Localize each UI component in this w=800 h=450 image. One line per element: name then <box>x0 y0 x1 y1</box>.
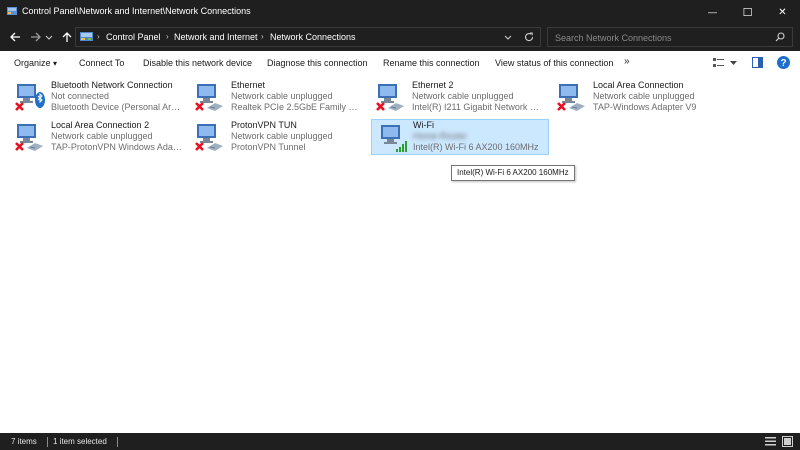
search-box <box>547 27 793 47</box>
address-bar: › Control Panel › Network and Internet ›… <box>0 24 800 51</box>
breadcrumb-network-connections[interactable]: Network Connections <box>270 32 356 42</box>
close-icon: ✕ <box>778 6 787 18</box>
connection-name: Local Area Connection <box>593 80 684 90</box>
close-button[interactable]: ✕ <box>765 0 800 24</box>
details-view-icon[interactable] <box>765 436 776 447</box>
large-icons-view-icon[interactable] <box>782 436 793 447</box>
minimize-button[interactable]: — <box>695 0 730 24</box>
forward-arrow-icon <box>31 32 41 42</box>
connection-device: Intel(R) Wi-Fi 6 AX200 160MHz <box>413 142 539 152</box>
minimize-icon: — <box>708 7 717 17</box>
disable-device-button[interactable]: Disable this network device <box>143 58 252 68</box>
connection-ethernet[interactable]: Ethernet Network cable unplugged Realtek… <box>188 79 366 115</box>
connection-protonvpn-tun[interactable]: ProtonVPN TUN Network cable unplugged Pr… <box>188 119 366 155</box>
connection-status: Network cable unplugged <box>593 91 695 101</box>
connection-bluetooth[interactable]: Bluetooth Network Connection Not connect… <box>8 79 186 115</box>
connection-device: Intel(R) I211 Gigabit Network Con... <box>412 102 545 112</box>
connection-device: Realtek PCIe 2.5GbE Family Contr... <box>231 102 364 112</box>
breadcrumb-network-and-internet[interactable]: Network and Internet <box>174 32 258 42</box>
breadcrumb-control-panel[interactable]: Control Panel <box>106 32 161 42</box>
change-view-icon[interactable] <box>713 58 725 68</box>
connection-status: Home-Router <box>413 131 468 141</box>
connection-ethernet-2[interactable]: Ethernet 2 Network cable unplugged Intel… <box>369 79 547 115</box>
connection-wifi[interactable]: Wi-Fi Home-Router Intel(R) Wi-Fi 6 AX200… <box>371 119 549 155</box>
connection-local-area[interactable]: Local Area Connection Network cable unpl… <box>550 79 728 115</box>
search-icon[interactable] <box>775 32 785 42</box>
organize-label: Organize <box>14 58 51 68</box>
connection-name: Ethernet 2 <box>412 80 454 90</box>
chevron-down-icon[interactable] <box>504 33 512 41</box>
connection-local-area-2[interactable]: Local Area Connection 2 Network cable un… <box>8 119 186 155</box>
connection-device: ProtonVPN Tunnel <box>231 142 306 152</box>
back-button[interactable] <box>6 28 24 46</box>
diagnose-connection-button[interactable]: Diagnose this connection <box>267 58 368 68</box>
ethernet-icon <box>195 84 223 111</box>
up-arrow-icon <box>62 32 72 42</box>
status-separator <box>117 437 118 447</box>
search-input[interactable] <box>553 30 757 46</box>
status-bar: 7 items 1 item selected <box>0 433 800 450</box>
chevron-down-icon: ▾ <box>53 59 58 68</box>
maximize-button[interactable]: ☐ <box>730 0 765 24</box>
connection-name: Wi-Fi <box>413 120 434 130</box>
wifi-icon <box>381 125 407 152</box>
ethernet-icon <box>376 84 404 111</box>
ethernet-icon <box>557 84 585 111</box>
connection-name: Bluetooth Network Connection <box>51 80 173 90</box>
connection-device: TAP-Windows Adapter V9 <box>593 102 697 112</box>
ethernet-icon <box>195 124 223 151</box>
connection-device: TAP-ProtonVPN Windows Adapte... <box>51 142 184 152</box>
breadcrumb-separator-icon: › <box>97 32 100 41</box>
chevron-down-icon <box>45 35 53 40</box>
ethernet-icon <box>15 124 43 151</box>
connection-name: ProtonVPN TUN <box>231 120 297 130</box>
refresh-icon[interactable] <box>524 32 534 42</box>
connect-to-button[interactable]: Connect To <box>79 58 124 68</box>
preview-pane-icon[interactable] <box>752 57 763 68</box>
control-panel-icon <box>7 7 17 15</box>
breadcrumb-separator-icon: › <box>261 32 264 41</box>
command-bar: Organize ▾ Connect To Disable this netwo… <box>0 51 800 76</box>
connection-name: Ethernet <box>231 80 266 90</box>
up-button[interactable] <box>58 28 76 46</box>
connection-name: Local Area Connection 2 <box>51 120 150 130</box>
rename-connection-button[interactable]: Rename this connection <box>383 58 480 68</box>
maximize-icon: ☐ <box>742 6 753 19</box>
breadcrumb-separator-icon: › <box>166 32 169 41</box>
svg-text:?: ? <box>780 58 786 69</box>
help-icon[interactable]: ? <box>777 56 790 69</box>
recent-locations-button[interactable] <box>43 28 55 46</box>
chevron-down-icon[interactable] <box>730 60 737 66</box>
item-count: 7 items <box>11 437 37 446</box>
view-status-button[interactable]: View status of this connection <box>495 58 613 68</box>
bluetooth-network-icon <box>15 84 45 111</box>
status-separator <box>47 437 48 447</box>
connections-list: Bluetooth Network Connection Not connect… <box>0 75 800 433</box>
connection-status: Network cable unplugged <box>231 131 333 141</box>
device-tooltip: Intel(R) Wi-Fi 6 AX200 160MHz <box>451 165 575 181</box>
window-title: Control Panel\Network and Internet\Netwo… <box>22 6 251 16</box>
connection-device: Bluetooth Device (Personal Area ... <box>51 102 184 112</box>
connection-status: Network cable unplugged <box>412 91 514 101</box>
control-panel-icon <box>80 32 93 41</box>
title-bar: Control Panel\Network and Internet\Netwo… <box>0 0 800 24</box>
address-field[interactable]: › Control Panel › Network and Internet ›… <box>75 27 541 47</box>
connection-status: Network cable unplugged <box>231 91 333 101</box>
connection-status: Not connected <box>51 91 110 101</box>
connection-status: Network cable unplugged <box>51 131 153 141</box>
organize-button[interactable]: Organize ▾ <box>14 58 57 68</box>
back-arrow-icon <box>10 32 20 42</box>
selected-count: 1 item selected <box>53 437 107 446</box>
more-commands-button[interactable]: » <box>624 56 630 67</box>
